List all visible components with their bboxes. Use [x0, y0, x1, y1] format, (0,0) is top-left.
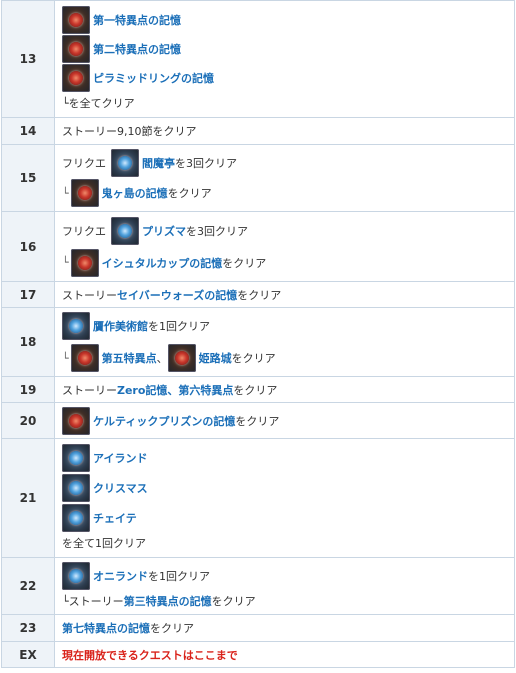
table-row: 22 オニランド を1回クリア └ストーリー 第三特異点の記憶 をクリア — [1, 557, 515, 615]
quest-link[interactable]: イシュタルカップの記憶 — [102, 255, 223, 271]
blue-gem-quest-icon — [62, 312, 90, 340]
table-row: 13 第一特異点の記憶 第二特異点の記憶 ピラミッドリングの記憶 └を全てクリア — [1, 0, 515, 118]
table-row: 20 ケルティックプリズンの記憶 をクリア — [1, 402, 515, 439]
row-number: 13 — [1, 0, 55, 118]
row-number: 15 — [1, 144, 55, 212]
red-gem-quest-icon — [62, 6, 90, 34]
red-gem-quest-icon — [167, 344, 196, 372]
quest-link[interactable]: アイランド — [93, 450, 147, 466]
red-gem-quest-icon — [70, 248, 99, 277]
quest-link[interactable]: チェイテ — [93, 510, 137, 526]
quest-link[interactable]: ピラミッドリングの記憶 — [93, 70, 214, 86]
table-row: 16 フリクエ プリズマ を3回クリア └ イシュタルカップの記憶 をクリア — [1, 211, 515, 282]
quest-link[interactable]: 第二特異点の記憶 — [93, 41, 181, 57]
quest-link[interactable]: プリズマ — [142, 223, 186, 239]
quest-link[interactable]: 第三特異点の記憶 — [124, 593, 212, 609]
row-text: ストーリー9,10節をクリア — [62, 125, 197, 138]
row-number: 23 — [1, 614, 55, 642]
table-row: 21 アイランド クリスマス チェイテ を全て1回クリア — [1, 438, 515, 558]
quest-link[interactable]: Zero記憶、第六特異点 — [117, 384, 233, 397]
branch-glyph: └ — [62, 256, 69, 269]
red-gem-quest-icon — [62, 406, 90, 435]
table-row: 18 贋作美術館 を1回クリア └ 第五特異点、姫路城 をクリア — [1, 307, 515, 377]
quest-link[interactable]: 第一特異点の記憶 — [93, 12, 181, 28]
quest-unlock-table: 13 第一特異点の記憶 第二特異点の記憶 ピラミッドリングの記憶 └を全てクリア… — [1, 0, 515, 668]
blue-gem-quest-icon — [62, 504, 90, 532]
row-number: 20 — [1, 402, 55, 439]
table-row: 15 フリクエ 閻魔亭 を3回クリア └ 鬼ヶ島の記憶 をクリア — [1, 144, 515, 212]
table-row: 14 ストーリー9,10節をクリア — [1, 117, 515, 145]
quest-link[interactable]: オニランド — [93, 568, 148, 584]
quest-link[interactable]: 第五特異点 — [102, 350, 157, 366]
row-number: 17 — [1, 281, 55, 308]
quest-link[interactable]: クリスマス — [93, 480, 148, 496]
blue-gem-quest-icon — [111, 216, 139, 245]
quest-link[interactable]: 贋作美術館 — [93, 318, 148, 334]
blue-gem-quest-icon — [62, 562, 90, 590]
quest-link[interactable]: 閻魔亭 — [142, 155, 175, 171]
quest-link[interactable]: ケルティックプリズンの記憶 — [93, 413, 235, 429]
table-row: 19 ストーリーZero記憶、第六特異点をクリア — [1, 376, 515, 403]
row-number: 18 — [1, 307, 55, 377]
row-number: EX — [1, 641, 55, 668]
branch-glyph: └ — [62, 351, 69, 365]
notice-text: 現在開放できるクエストはここまで — [62, 648, 238, 662]
table-row: 17 ストーリーセイバーウォーズの記憶をクリア — [1, 281, 515, 308]
note-text: を全て1回クリア — [62, 537, 146, 550]
row-number: 21 — [1, 438, 55, 558]
quest-link[interactable]: 姫路城 — [199, 350, 232, 366]
red-gem-quest-icon — [62, 64, 90, 92]
blue-gem-quest-icon — [111, 149, 139, 177]
row-number: 14 — [1, 117, 55, 145]
quest-link[interactable]: 第七特異点の記憶 — [62, 622, 150, 635]
red-gem-quest-icon — [62, 35, 90, 63]
table-row: EX 現在開放できるクエストはここまで — [1, 641, 515, 668]
table-row: 23 第七特異点の記憶をクリア — [1, 614, 515, 642]
quest-link[interactable]: 鬼ヶ島の記憶 — [102, 185, 168, 201]
red-gem-quest-icon — [70, 344, 99, 372]
blue-gem-quest-icon — [62, 474, 90, 502]
note-text: └を全てクリア — [62, 96, 135, 110]
row-number: 22 — [1, 557, 55, 615]
branch-glyph: └ — [62, 186, 69, 200]
blue-gem-quest-icon — [62, 444, 90, 472]
row-number: 19 — [1, 376, 55, 403]
red-gem-quest-icon — [70, 179, 99, 207]
row-number: 16 — [1, 211, 55, 282]
quest-link[interactable]: セイバーウォーズの記憶 — [117, 289, 237, 302]
